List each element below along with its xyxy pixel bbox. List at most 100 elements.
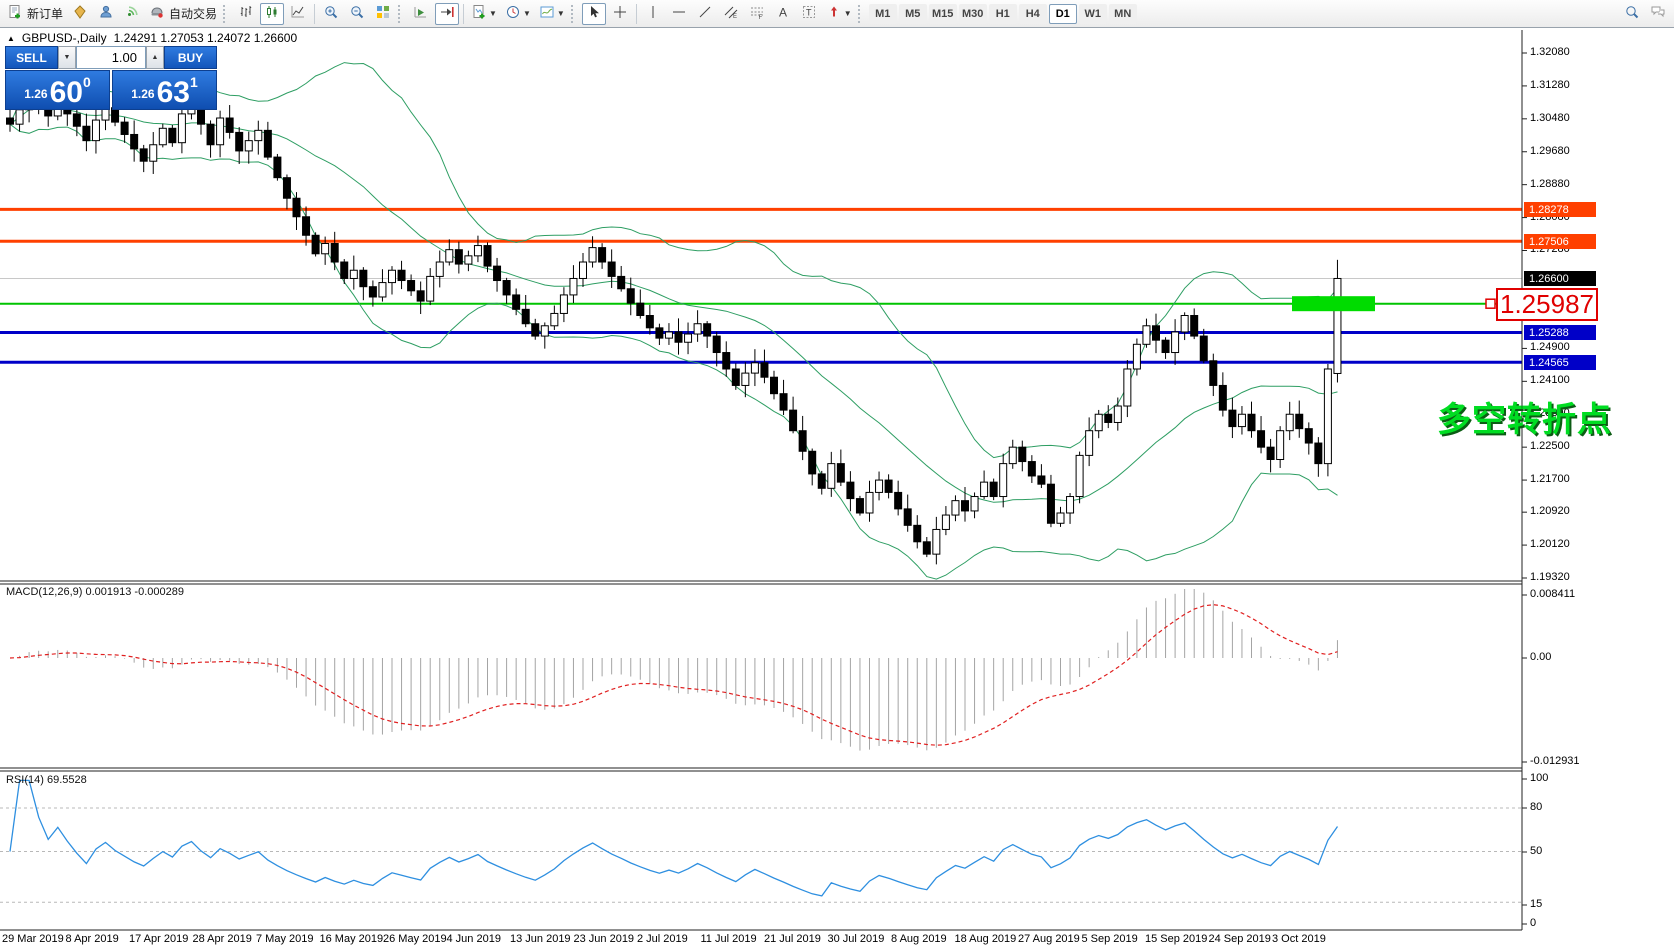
zoom-in-button[interactable] xyxy=(319,3,343,25)
chart-symbol-period: GBPUSD-,Daily xyxy=(22,31,107,45)
timeframe-h1-button[interactable]: H1 xyxy=(989,4,1017,24)
equidistant-channel-icon: E xyxy=(723,4,739,23)
periods-button[interactable]: ▼ xyxy=(502,3,534,25)
fibonacci-icon: F xyxy=(749,4,765,23)
timeframe-w1-button[interactable]: W1 xyxy=(1079,4,1107,24)
market-button[interactable] xyxy=(68,3,92,25)
toolbar-drag-handle[interactable] xyxy=(223,5,229,23)
fibonacci-tool-button[interactable]: F xyxy=(745,3,769,25)
text-label-tool-button[interactable]: T xyxy=(797,3,821,25)
templates-button[interactable]: ▼ xyxy=(536,3,568,25)
bar-chart-mode-button[interactable] xyxy=(234,3,258,25)
collapse-panel-icon[interactable]: ▲ xyxy=(7,34,15,43)
chinese-note-text[interactable]: 多空转折点 xyxy=(1437,392,1612,441)
toolbar-separator xyxy=(636,4,637,24)
arrows-tool-button[interactable]: ▼ xyxy=(823,3,855,25)
community-button[interactable] xyxy=(94,3,118,25)
chart-title: ▲ GBPUSD-,Daily 1.24291 1.27053 1.24072 … xyxy=(7,31,297,45)
sell-price-box[interactable]: 1.26 60 0 xyxy=(5,70,110,110)
dropdown-caret-icon: ▼ xyxy=(844,9,852,18)
toolbar-drag-handle[interactable] xyxy=(858,5,864,23)
chart-shift-button[interactable] xyxy=(435,3,459,25)
bar-chart-icon xyxy=(238,4,254,23)
svg-text:F: F xyxy=(758,15,762,20)
indicators-icon xyxy=(471,4,487,23)
community-icon xyxy=(98,4,114,23)
candlestick-icon xyxy=(264,4,280,23)
volume-decrease-button[interactable]: ▼ xyxy=(58,46,76,69)
one-click-trade-panel: SELL ▼ 1.00 ▲ BUY 1.26 60 0 1.26 63 1 xyxy=(5,46,217,110)
new-order-button[interactable]: 新订单 xyxy=(4,3,66,25)
autotrading-icon xyxy=(149,4,165,23)
sell-button[interactable]: SELL xyxy=(5,46,58,69)
zoom-in-icon xyxy=(323,4,339,23)
buy-price-big: 63 xyxy=(157,80,190,105)
chart-canvas[interactable] xyxy=(0,0,1674,952)
volume-increase-button[interactable]: ▲ xyxy=(146,46,164,69)
timeframe-h4-button[interactable]: H4 xyxy=(1019,4,1047,24)
buy-price-sup: 1 xyxy=(190,74,198,90)
autotrading-button[interactable]: 自动交易 xyxy=(146,3,220,25)
annotation-anchor-icon xyxy=(1486,299,1495,308)
new-order-icon xyxy=(7,4,23,23)
rsi-indicator-label: RSI(14) 69.5528 xyxy=(6,774,87,786)
search-button[interactable] xyxy=(1620,3,1644,25)
trendline-tool-button[interactable] xyxy=(693,3,717,25)
toolbar-drag-handle[interactable] xyxy=(398,5,404,23)
chart-shift-icon xyxy=(439,4,455,23)
auto-scroll-button[interactable] xyxy=(409,3,433,25)
zoom-out-icon xyxy=(349,4,365,23)
templates-icon xyxy=(539,4,555,23)
horizontal-line-tool-button[interactable] xyxy=(667,3,691,25)
vertical-line-tool-button[interactable] xyxy=(641,3,665,25)
sell-price-prefix: 1.26 xyxy=(24,87,47,101)
chat-icon xyxy=(1650,4,1666,23)
timeframe-group: M1M5M15M30H1H4D1W1MN xyxy=(868,4,1138,24)
timeframe-m1-button[interactable]: M1 xyxy=(869,4,897,24)
toolbar-separator xyxy=(314,4,315,24)
toolbar-drag-handle[interactable] xyxy=(571,5,577,23)
periods-clock-icon xyxy=(505,4,521,23)
timeframe-mn-button[interactable]: MN xyxy=(1109,4,1137,24)
sell-price-big: 60 xyxy=(50,80,83,105)
svg-text:E: E xyxy=(733,14,737,20)
cursor-tool-button[interactable] xyxy=(582,3,606,25)
dropdown-caret-icon: ▼ xyxy=(523,9,531,18)
buy-button[interactable]: BUY xyxy=(164,46,217,69)
tile-windows-button[interactable] xyxy=(371,3,395,25)
signals-button[interactable] xyxy=(120,3,144,25)
indicators-button[interactable]: ▼ xyxy=(468,3,500,25)
price-annotation-box[interactable]: 1.25987 xyxy=(1496,288,1598,321)
chat-button[interactable] xyxy=(1646,3,1670,25)
arrows-icon xyxy=(826,4,842,23)
volume-input[interactable]: 1.00 xyxy=(76,46,146,69)
chart-ohlc-values: 1.24291 1.27053 1.24072 1.26600 xyxy=(114,31,298,45)
line-chart-mode-button[interactable] xyxy=(286,3,310,25)
channel-tool-button[interactable]: E xyxy=(719,3,743,25)
svg-text:A: A xyxy=(779,6,787,20)
buy-price-prefix: 1.26 xyxy=(131,87,154,101)
dropdown-caret-icon: ▼ xyxy=(489,9,497,18)
crosshair-tool-button[interactable] xyxy=(608,3,632,25)
crosshair-icon xyxy=(612,4,628,23)
timeframe-m5-button[interactable]: M5 xyxy=(899,4,927,24)
highlight-rectangle[interactable] xyxy=(1292,296,1375,311)
sell-price-sup: 0 xyxy=(83,74,91,90)
market-icon xyxy=(72,4,88,23)
horizontal-line-icon xyxy=(671,4,687,23)
line-chart-icon xyxy=(290,4,306,23)
cursor-icon xyxy=(586,4,602,23)
autotrading-label: 自动交易 xyxy=(169,5,217,22)
text-label-icon: T xyxy=(801,4,817,23)
zoom-out-button[interactable] xyxy=(345,3,369,25)
toolbar-separator xyxy=(463,4,464,24)
candlestick-mode-button[interactable] xyxy=(260,3,284,25)
text-tool-button[interactable]: A xyxy=(771,3,795,25)
buy-price-box[interactable]: 1.26 63 1 xyxy=(112,70,217,110)
main-toolbar: 新订单 自动交易 ▼ ▼ ▼ E F A T ▼ M1M5M15M30H1H4D… xyxy=(0,0,1674,28)
timeframe-d1-button[interactable]: D1 xyxy=(1049,4,1077,24)
svg-text:T: T xyxy=(806,8,812,18)
timeframe-m30-button[interactable]: M30 xyxy=(959,4,987,24)
dropdown-caret-icon: ▼ xyxy=(557,9,565,18)
timeframe-m15-button[interactable]: M15 xyxy=(929,4,957,24)
